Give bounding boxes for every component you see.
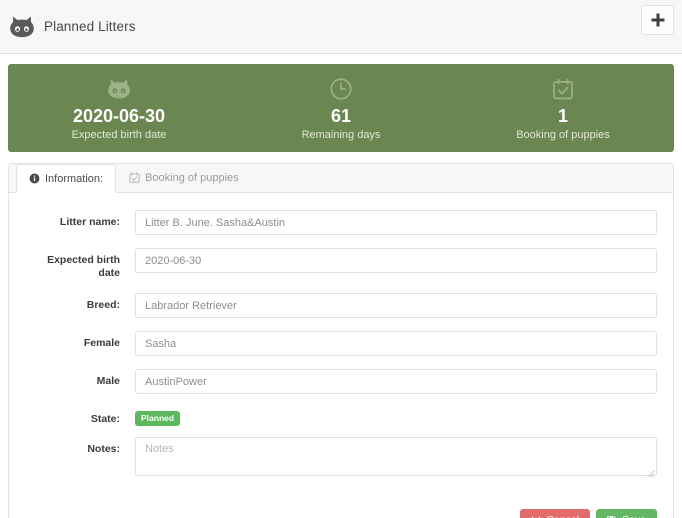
field-row-female: Female [25, 331, 657, 356]
stat-expected-birth-date: 2020-06-30 Expected birth date [8, 75, 230, 142]
tab-label: Information: [45, 172, 104, 185]
stat-value: 61 [330, 105, 352, 126]
tab-label: Booking of puppies [145, 171, 239, 184]
save-button[interactable]: Save [596, 509, 657, 518]
field-row-state: State: Planned [25, 407, 657, 426]
brand: Planned Litters [9, 14, 136, 40]
breed-input[interactable] [135, 293, 657, 318]
field-label: State: [90, 413, 120, 425]
litter-information-form: Litter name: Expected birth date Breed: … [9, 193, 673, 503]
stat-label: Remaining days [301, 128, 381, 141]
field-label: Breed: [86, 299, 120, 311]
stat-value: 2020-06-30 [72, 105, 166, 126]
clock-icon [230, 77, 452, 101]
litter-name-input[interactable] [135, 210, 657, 235]
field-row-expected-birth-date: Expected birth date [25, 248, 657, 280]
stats-banner-wrapper: 2020-06-30 Expected birth date 61 Remain… [0, 54, 682, 152]
app-header: Planned Litters [0, 0, 682, 54]
stat-label: Booking of puppies [516, 128, 610, 141]
form-actions: Cancel Save [9, 503, 673, 518]
field-label: Notes: [87, 443, 120, 455]
female-input[interactable] [135, 331, 657, 356]
field-row-male: Male [25, 369, 657, 394]
stats-banner: 2020-06-30 Expected birth date 61 Remain… [8, 64, 674, 152]
cancel-button[interactable]: Cancel [520, 509, 591, 518]
field-label: Expected birth date [47, 254, 120, 279]
page-title: Planned Litters [44, 19, 136, 34]
stat-value: 1 [557, 105, 568, 126]
stat-booking-of-puppies: 1 Booking of puppies [452, 75, 674, 142]
tab-strip: Information: Booking of puppies [9, 164, 673, 193]
tab-booking-of-puppies[interactable]: Booking of puppies [116, 163, 252, 192]
info-circle-icon [29, 173, 40, 184]
male-input[interactable] [135, 369, 657, 394]
stat-remaining-days: 61 Remaining days [230, 75, 452, 142]
notes-textarea[interactable] [135, 437, 657, 476]
calendar-icon [129, 172, 140, 183]
field-label: Female [83, 337, 120, 349]
status-badge: Planned [135, 411, 181, 426]
field-label: Male [96, 375, 120, 387]
expected-birth-date-input[interactable] [135, 248, 657, 273]
field-label: Litter name: [59, 216, 120, 228]
field-row-litter-name: Litter name: [25, 210, 657, 235]
plus-icon [650, 12, 666, 28]
add-litter-button[interactable] [641, 5, 674, 35]
calendar-check-icon [452, 77, 674, 101]
field-row-breed: Breed: [25, 293, 657, 318]
dog-face-icon [8, 77, 230, 101]
stat-label: Expected birth date [71, 128, 167, 141]
field-row-notes: Notes: [25, 437, 657, 478]
litter-detail-card: Information: Booking of puppies Litter n… [8, 163, 674, 518]
tab-information[interactable]: Information: [16, 164, 117, 193]
dog-face-icon [9, 14, 35, 40]
